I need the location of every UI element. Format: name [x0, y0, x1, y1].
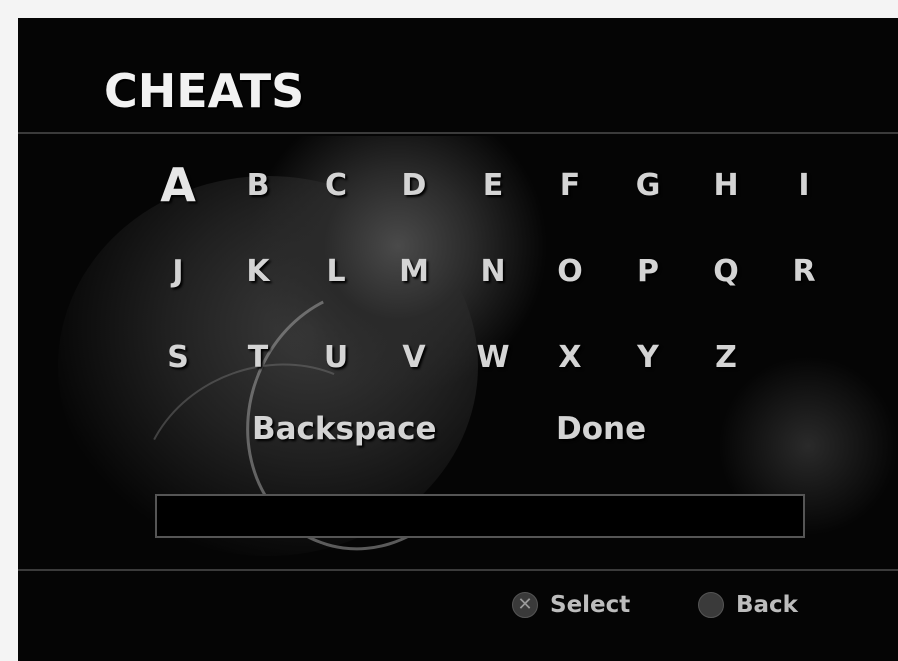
key-i[interactable]: I	[776, 168, 832, 203]
circle-button-icon	[698, 592, 724, 618]
done-button[interactable]: Done	[556, 411, 646, 447]
key-v[interactable]: V	[386, 340, 442, 375]
header-divider	[18, 132, 898, 134]
key-r[interactable]: R	[776, 254, 832, 289]
select-hint: ✕ Select	[512, 592, 630, 618]
key-m[interactable]: M	[386, 254, 442, 289]
key-b[interactable]: B	[230, 168, 286, 203]
key-s[interactable]: S	[150, 340, 206, 375]
select-hint-label: Select	[550, 592, 631, 618]
key-z[interactable]: Z	[698, 340, 754, 375]
key-h[interactable]: H	[698, 168, 754, 203]
game-screen: CHEATS Backspace Done ✕ Select Back ABCD…	[18, 18, 898, 661]
key-w[interactable]: W	[465, 340, 521, 375]
key-t[interactable]: T	[230, 340, 286, 375]
key-q[interactable]: Q	[698, 254, 754, 289]
key-a[interactable]: A	[150, 158, 206, 212]
cross-button-icon: ✕	[512, 592, 538, 618]
page-title: CHEATS	[104, 64, 305, 118]
key-x[interactable]: X	[542, 340, 598, 375]
key-g[interactable]: G	[620, 168, 676, 203]
key-e[interactable]: E	[465, 168, 521, 203]
key-j[interactable]: J	[150, 254, 206, 289]
key-k[interactable]: K	[230, 254, 286, 289]
key-c[interactable]: C	[308, 168, 364, 203]
back-hint-label: Back	[736, 592, 798, 618]
key-u[interactable]: U	[308, 340, 364, 375]
key-p[interactable]: P	[620, 254, 676, 289]
backspace-button[interactable]: Backspace	[252, 411, 437, 447]
key-n[interactable]: N	[465, 254, 521, 289]
key-l[interactable]: L	[308, 254, 364, 289]
key-o[interactable]: O	[542, 254, 598, 289]
key-d[interactable]: D	[386, 168, 442, 203]
back-hint[interactable]: Back	[698, 592, 798, 618]
key-y[interactable]: Y	[620, 340, 676, 375]
key-f[interactable]: F	[542, 168, 598, 203]
footer-divider	[18, 569, 898, 571]
cheat-entry-field[interactable]	[155, 494, 805, 538]
